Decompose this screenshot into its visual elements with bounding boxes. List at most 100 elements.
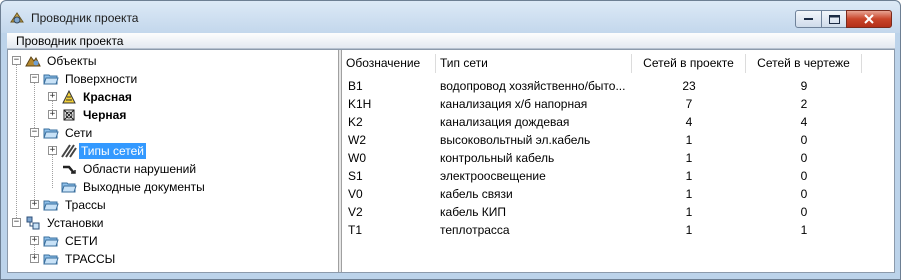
cell-designation: S1 <box>348 169 363 183</box>
settings-icon <box>26 216 40 230</box>
table-row[interactable]: W2 высоковольтный эл.кабель 1 0 <box>342 131 894 149</box>
violation-areas-icon <box>63 165 76 174</box>
cell-designation: V2 <box>348 205 363 219</box>
cell-designation: W0 <box>348 151 366 165</box>
project-tree[interactable]: − Объекты − Поверхности + Красная + Черн… <box>8 50 338 272</box>
maximize-icon <box>828 14 840 24</box>
table-row[interactable]: K1H канализация х/б напорная 7 2 <box>342 95 894 113</box>
cell-designation: K2 <box>348 115 363 129</box>
cell-in-drawing: 0 <box>800 187 808 201</box>
close-icon <box>864 14 874 24</box>
cell-network-type: высоковольтный эл.кабель <box>440 133 591 147</box>
cell-network-type: теплотрасса <box>440 223 510 237</box>
cell-network-type: водопровод хозяйственно/быто... <box>440 79 626 93</box>
expand-icon[interactable]: + <box>48 146 57 155</box>
tree-node-settings[interactable]: − Установки <box>8 214 208 232</box>
network-types-icon <box>61 144 77 158</box>
tree-node-output-documents[interactable]: Выходные документы <box>8 178 248 196</box>
cell-in-drawing: 1 <box>800 223 808 237</box>
minimize-button[interactable] <box>795 10 822 28</box>
cell-designation: T1 <box>348 223 363 237</box>
column-header-network-type[interactable]: Тип сети <box>436 54 632 73</box>
expand-icon[interactable]: + <box>48 110 57 119</box>
cell-in-drawing: 4 <box>800 115 808 129</box>
client-area: − Объекты − Поверхности + Красная + Черн… <box>7 49 895 273</box>
maximize-button[interactable] <box>821 10 847 28</box>
cell-network-type: кабель КИП <box>440 205 507 219</box>
cell-designation: V0 <box>348 187 363 201</box>
expand-icon[interactable]: + <box>48 92 57 101</box>
cell-designation: W2 <box>348 133 366 147</box>
cell-designation: K1H <box>348 97 372 111</box>
cell-in-drawing: 0 <box>800 205 808 219</box>
objects-icon <box>25 56 41 67</box>
table-row[interactable]: V0 кабель связи 1 0 <box>342 185 894 203</box>
folder-icon <box>43 128 59 139</box>
tree-label-settings-routes: ТРАССЫ <box>65 252 116 266</box>
cell-in-drawing: 9 <box>800 79 808 93</box>
tree-node-settings-routes[interactable]: + ТРАССЫ <box>8 250 208 268</box>
folder-icon <box>43 74 59 85</box>
cell-in-drawing: 0 <box>800 151 808 165</box>
minimize-icon <box>803 18 813 20</box>
table-row[interactable]: K2 канализация дождевая 4 4 <box>342 113 894 131</box>
table-row[interactable]: V2 кабель КИП 1 0 <box>342 203 894 221</box>
tree-node-surface-black[interactable]: + Черная <box>8 106 208 124</box>
expand-icon[interactable]: + <box>30 254 39 263</box>
tree-node-surfaces[interactable]: − Поверхности <box>8 70 208 88</box>
close-button[interactable] <box>846 10 892 28</box>
tree-label-networks: Сети <box>65 126 93 140</box>
tree-node-violation-areas[interactable]: Области нарушений <box>8 160 228 178</box>
tree-label-red: Красная <box>83 90 132 104</box>
app-icon <box>10 12 24 24</box>
cell-designation: B1 <box>348 79 363 93</box>
tree-label-settings: Установки <box>47 216 104 230</box>
cell-in-drawing: 0 <box>800 169 808 183</box>
collapse-icon[interactable]: − <box>12 56 21 65</box>
tree-node-objects[interactable]: − Объекты <box>8 52 208 70</box>
tree-node-settings-networks[interactable]: + СЕТИ <box>8 232 208 250</box>
cell-network-type: кабель связи <box>440 187 513 201</box>
folder-icon <box>43 254 59 265</box>
menu-bar: Проводник проекта <box>7 33 895 49</box>
tree-label-network-types: Типы сетей <box>79 143 146 159</box>
column-header-designation[interactable]: Обозначение <box>342 54 436 73</box>
cell-in-project: 1 <box>685 205 693 219</box>
cell-in-project: 1 <box>685 151 693 165</box>
expand-icon[interactable]: + <box>30 200 39 209</box>
folder-icon <box>43 200 59 211</box>
window-title: Проводник проекта <box>31 11 139 25</box>
cell-in-drawing: 0 <box>800 133 808 147</box>
cell-network-type: электроосвещение <box>440 169 546 183</box>
folder-icon <box>43 236 59 247</box>
tree-label-surfaces: Поверхности <box>65 72 138 86</box>
cell-in-project: 1 <box>685 187 693 201</box>
cell-in-project: 1 <box>685 133 693 147</box>
collapse-icon[interactable]: − <box>12 218 21 227</box>
column-header-in-project[interactable]: Сетей в проекте <box>632 54 746 73</box>
menu-item-project-explorer[interactable]: Проводник проекта <box>16 34 123 48</box>
cell-network-type: канализация дождевая <box>440 115 570 129</box>
tree-node-surface-red[interactable]: + Красная <box>8 88 208 106</box>
table-row[interactable]: B1 водопровод хозяйственно/быто... 23 9 <box>342 77 894 95</box>
surface-red-icon <box>62 89 76 104</box>
tree-label-routes: Трассы <box>65 198 106 212</box>
tree-node-network-types[interactable]: + Типы сетей <box>8 142 208 160</box>
tree-label-black: Черная <box>83 108 127 122</box>
cell-in-project: 1 <box>685 169 693 183</box>
cell-network-type: канализация х/б напорная <box>440 97 588 111</box>
tree-label-objects: Объекты <box>47 54 97 68</box>
table-row[interactable]: S1 электроосвещение 1 0 <box>342 167 894 185</box>
expand-icon[interactable]: + <box>30 236 39 245</box>
project-explorer-window: Проводник проекта Проводник проекта − Об… <box>0 0 901 280</box>
tree-node-networks[interactable]: − Сети <box>8 124 208 142</box>
collapse-icon[interactable]: − <box>30 74 39 83</box>
collapse-icon[interactable]: − <box>30 128 39 137</box>
table-row[interactable]: T1 теплотрасса 1 1 <box>342 221 894 239</box>
tree-node-routes[interactable]: + Трассы <box>8 196 208 214</box>
cell-in-project: 1 <box>685 223 693 237</box>
table-row[interactable]: W0 контрольный кабель 1 0 <box>342 149 894 167</box>
column-header-in-drawing[interactable]: Сетей в чертеже <box>746 54 862 73</box>
network-types-table: Обозначение Тип сети Сетей в проекте Сет… <box>342 50 894 272</box>
title-bar[interactable]: Проводник проекта <box>1 1 900 33</box>
